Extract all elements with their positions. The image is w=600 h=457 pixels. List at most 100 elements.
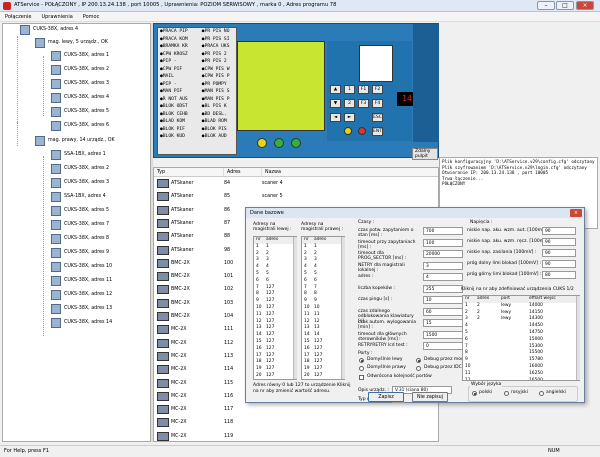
minimize-button[interactable]: – <box>537 1 555 10</box>
save-button[interactable]: Zapisz <box>368 392 404 402</box>
cuks-row[interactable]: 12 16500 <box>463 378 579 380</box>
cuks-row[interactable]: 5 14750 <box>463 330 579 337</box>
cuks-row[interactable]: 10 16000 <box>463 364 579 371</box>
device-tree[interactable]: CUKS-38X, adres 4 mag. lewy, 5 urządz., … <box>2 23 151 442</box>
address-row[interactable]: 55 <box>302 271 344 278</box>
list-row[interactable]: ATSkaner 85 scaner 5 <box>154 190 438 203</box>
cuks-input-list[interactable]: nr adres port efflart wejsc 1 2 lewy 14000 2 2 le… <box>462 295 580 381</box>
lang-polski-radio[interactable] <box>472 391 477 396</box>
key-ent[interactable]: ENT <box>372 127 383 136</box>
col-typ[interactable]: Typ <box>154 168 224 177</box>
address-row[interactable]: 77 <box>302 285 344 292</box>
key-up[interactable]: ▲ <box>330 85 341 94</box>
cuks-row[interactable]: 4 14450 <box>463 323 579 330</box>
address-row[interactable]: 44 <box>302 264 344 271</box>
list-row[interactable]: ATSkaner 84 scaner 4 <box>154 177 438 190</box>
debug-idc-radio[interactable] <box>416 366 421 371</box>
dialog-close-button[interactable]: × <box>570 209 582 217</box>
key-1[interactable]: 1 <box>344 85 355 94</box>
port-default-left-radio[interactable] <box>359 358 364 363</box>
cuks-row[interactable]: 1 2 lewy 14000 <box>463 303 579 310</box>
key-2[interactable]: 2 <box>344 99 355 108</box>
key-f4[interactable]: F4 <box>372 99 383 108</box>
address-row[interactable]: 10 10 <box>302 305 344 312</box>
maximize-button[interactable]: □ <box>556 1 574 10</box>
address-row[interactable]: 20 127 <box>254 373 296 379</box>
address-row[interactable]: 20 127 <box>302 373 344 379</box>
menu-uprawnienia[interactable]: Uprawnienia <box>36 12 77 20</box>
voltage-input[interactable]: 90 <box>542 238 576 246</box>
address-row[interactable]: 33 <box>302 257 344 264</box>
field-input[interactable]: 100 <box>423 238 463 247</box>
menu-polaczenie[interactable]: Połączenie <box>0 12 36 20</box>
key-right[interactable]: ► <box>344 113 355 122</box>
address-row[interactable]: 10 127 <box>254 305 296 312</box>
col-adres[interactable]: Adres <box>224 168 262 177</box>
key-f2[interactable]: F2 <box>372 85 383 94</box>
address-row[interactable]: 22 <box>254 251 296 258</box>
address-row[interactable]: 8 127 <box>254 291 296 298</box>
close-button[interactable]: × <box>576 1 594 10</box>
address-row[interactable]: 9 127 <box>254 298 296 305</box>
list-row[interactable]: MC-2X 119 <box>154 430 438 441</box>
address-row[interactable]: 44 <box>254 264 296 271</box>
key-down[interactable]: ▼ <box>330 99 341 108</box>
voltage-input[interactable]: 90 <box>542 227 576 235</box>
voltage-input[interactable]: 80 <box>542 271 576 279</box>
lang-rosyjski-radio[interactable] <box>504 391 509 396</box>
dont-save-button[interactable]: Nie zapisuj <box>412 392 448 402</box>
address-row[interactable]: 66 <box>302 278 344 285</box>
key-f3[interactable]: F3 <box>358 99 369 108</box>
address-row[interactable]: 7 127 <box>254 285 296 292</box>
field-input[interactable]: 20000 <box>423 250 463 258</box>
address-row[interactable]: 66 <box>254 278 296 285</box>
lang-angielski-radio[interactable] <box>539 391 544 396</box>
address-row[interactable]: 22 <box>302 251 344 258</box>
address-row[interactable]: 14 127 <box>254 332 296 339</box>
key-esc[interactable]: ESC <box>372 113 383 122</box>
field-input[interactable]: 3 <box>423 261 463 270</box>
cuks-row[interactable]: 7 15300 <box>463 344 579 351</box>
address-row[interactable]: 16 127 <box>254 346 296 353</box>
address-row[interactable]: 11 <box>254 244 296 251</box>
address-row[interactable]: 19 127 <box>302 366 344 373</box>
address-row[interactable]: 15 127 <box>254 339 296 346</box>
field-input[interactable]: 15 <box>423 319 463 327</box>
list-row[interactable]: MC-2X 118 <box>154 416 438 429</box>
field-input[interactable]: 60 <box>423 307 463 316</box>
field-input[interactable]: 0 <box>423 342 463 350</box>
key-left[interactable]: ◄ <box>330 113 341 122</box>
address-row[interactable]: 33 <box>254 257 296 264</box>
debug-modem-radio[interactable] <box>416 358 421 363</box>
remote-panel-checkbox[interactable]: Zdalny pulpit <box>412 148 438 160</box>
address-row[interactable]: 16 127 <box>302 346 344 353</box>
cuks-row[interactable]: 9 15780 <box>463 357 579 364</box>
field-input[interactable]: 255 <box>423 284 463 293</box>
voltage-input[interactable]: 90 <box>542 249 576 257</box>
right-bus-address-list[interactable]: nr adres 1 1 2 2 3 3 4 4 5 5 6 6 7 7 8 8 9 9 10 10 11 11 12 12 13… <box>301 236 345 380</box>
address-row[interactable]: 11 127 <box>254 312 296 319</box>
address-row[interactable]: 19 127 <box>254 366 296 373</box>
col-nazwa[interactable]: Nazwa <box>262 168 438 177</box>
address-row[interactable]: 14 14 <box>302 332 344 339</box>
cuks-row[interactable]: 2 2 lewy 14150 <box>463 310 579 317</box>
menu-pomoc[interactable]: Pomoc <box>78 12 105 20</box>
port-default-right-radio[interactable] <box>359 366 364 371</box>
key-f1[interactable]: F1 <box>358 85 369 94</box>
cuks-row[interactable]: 6 15000 <box>463 337 579 344</box>
list-row[interactable]: MC-2X 117 <box>154 403 438 416</box>
voltage-input[interactable]: 90 <box>542 260 576 268</box>
cuks-row[interactable]: 11 16250 <box>463 371 579 378</box>
address-row[interactable]: 11 11 <box>302 312 344 319</box>
field-input[interactable]: 700 <box>423 227 463 235</box>
field-input[interactable]: 1500 <box>423 330 463 339</box>
address-row[interactable]: 15 127 <box>302 339 344 346</box>
field-input[interactable]: 4 <box>423 273 463 281</box>
address-row[interactable]: 99 <box>302 298 344 305</box>
address-row[interactable]: 11 <box>302 244 344 251</box>
field-input[interactable]: 10 <box>423 296 463 304</box>
reverse-ports-checkbox[interactable] <box>359 375 364 380</box>
address-row[interactable]: 55 <box>254 271 296 278</box>
cuks-row[interactable]: 8 15500 <box>463 350 579 357</box>
left-bus-address-list[interactable]: nr adres 1 1 2 2 3 3 4 4 5 5 6 6 7 127 8 127 9 127 10 127 11 1… <box>253 236 297 380</box>
